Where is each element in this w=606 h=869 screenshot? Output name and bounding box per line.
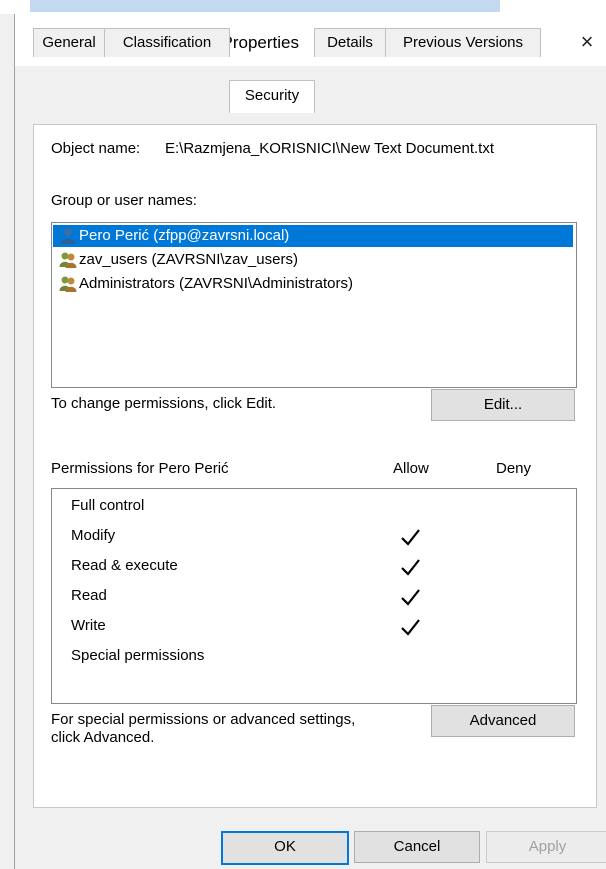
group-users-icon bbox=[59, 252, 77, 268]
object-name-value: E:\Razmjena_KORISNICI\New Text Document.… bbox=[165, 140, 495, 157]
edit-button-label: Edit... bbox=[483, 396, 523, 413]
tab-previous-versions[interactable]: Previous Versions bbox=[385, 28, 541, 57]
cancel-button-label: Cancel bbox=[393, 838, 441, 855]
user-name: zav_users (ZAVRSNI\zav_users) bbox=[79, 251, 298, 268]
permission-row: Read bbox=[52, 583, 572, 611]
list-item-pero-peric[interactable]: Pero Perić (zfpp@zavrsni.local) bbox=[53, 225, 573, 247]
tab-label: Details bbox=[327, 34, 373, 51]
user-name: Pero Perić (zfpp@zavrsni.local) bbox=[79, 227, 290, 244]
deny-cell bbox=[498, 583, 522, 611]
change-permissions-text: To change permissions, click Edit. bbox=[51, 395, 277, 412]
ok-button-label: OK bbox=[274, 838, 296, 855]
ok-button[interactable]: OK bbox=[221, 831, 349, 865]
allow-check-icon bbox=[398, 613, 422, 641]
tab-label: Security bbox=[244, 87, 300, 104]
tab-general[interactable]: General bbox=[33, 28, 105, 57]
special-permissions-text-line1: For special permissions or advanced sett… bbox=[51, 711, 356, 728]
user-name: Administrators (ZAVRSNI\Administrators) bbox=[79, 275, 353, 292]
allow-check-icon bbox=[398, 583, 422, 611]
permission-name: Read & execute bbox=[71, 557, 178, 574]
tab-security[interactable]: Security bbox=[229, 80, 315, 113]
allow-cell bbox=[398, 643, 422, 671]
group-users-icon bbox=[59, 276, 77, 292]
list-item-administrators[interactable]: Administrators (ZAVRSNI\Administrators) bbox=[53, 273, 573, 295]
deny-cell bbox=[498, 643, 522, 671]
tab-label: General bbox=[42, 34, 96, 51]
permission-row: Special permissions bbox=[52, 643, 572, 671]
background-window-strip bbox=[0, 0, 606, 14]
permissions-for-label: Permissions for Pero Perić bbox=[51, 460, 229, 477]
list-item-zav-users[interactable]: zav_users (ZAVRSNI\zav_users) bbox=[53, 249, 573, 271]
permission-row: Full control bbox=[52, 493, 572, 521]
allow-cell bbox=[398, 493, 422, 521]
allow-column-header: Allow bbox=[393, 460, 429, 477]
permission-name: Modify bbox=[71, 527, 116, 544]
permission-name: Full control bbox=[71, 497, 145, 514]
users-listbox[interactable]: Pero Perić (zfpp@zavrsni.local) zav_user… bbox=[51, 222, 577, 388]
allow-check-icon bbox=[398, 553, 422, 581]
object-name-label: Object name: bbox=[51, 140, 141, 157]
close-icon: × bbox=[580, 29, 594, 54]
apply-button[interactable]: Apply bbox=[486, 831, 606, 863]
deny-cell bbox=[498, 523, 522, 551]
group-user-names-label: Group or user names: bbox=[51, 192, 197, 209]
permission-row: Read & execute bbox=[52, 553, 572, 581]
background-window-titlebar bbox=[30, 0, 500, 12]
permission-row: Modify bbox=[52, 523, 572, 551]
tab-label: Previous Versions bbox=[402, 34, 524, 51]
advanced-button-label: Advanced bbox=[469, 712, 537, 729]
cancel-button[interactable]: Cancel bbox=[354, 831, 480, 863]
permissions-list[interactable]: Full control Modify Read & execute Read Writ… bbox=[51, 488, 577, 704]
tab-classification[interactable]: Classification bbox=[104, 28, 230, 57]
special-permissions-text-line2: click Advanced. bbox=[51, 729, 155, 746]
deny-column-header: Deny bbox=[496, 460, 532, 477]
edit-button[interactable]: Edit... bbox=[431, 389, 575, 421]
permission-row: Write bbox=[52, 613, 572, 641]
apply-button-label: Apply bbox=[528, 838, 567, 855]
tab-label: Classification bbox=[122, 34, 212, 51]
advanced-button[interactable]: Advanced bbox=[431, 705, 575, 737]
close-button[interactable]: × bbox=[567, 24, 606, 60]
deny-cell bbox=[498, 493, 522, 521]
tab-details[interactable]: Details bbox=[314, 28, 386, 57]
permission-name: Special permissions bbox=[71, 647, 205, 664]
permission-name: Read bbox=[71, 587, 107, 604]
single-user-icon bbox=[61, 228, 75, 244]
deny-cell bbox=[498, 613, 522, 641]
properties-dialog: New Text Document Properties × General C… bbox=[14, 14, 606, 869]
permission-name: Write bbox=[71, 617, 106, 634]
allow-check-icon bbox=[398, 523, 422, 551]
deny-cell bbox=[498, 553, 522, 581]
